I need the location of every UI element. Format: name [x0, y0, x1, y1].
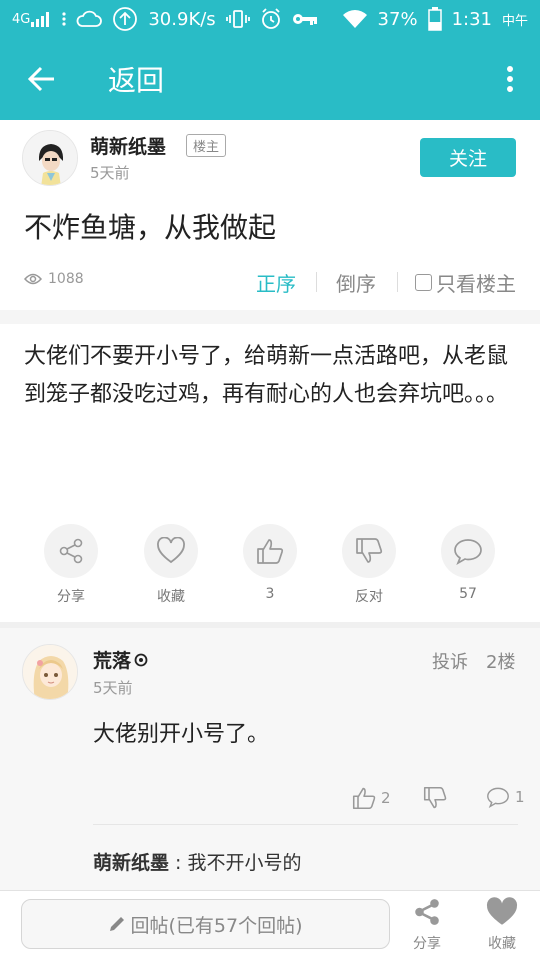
favorite-action[interactable]: 收藏 [121, 524, 221, 606]
comment-count: 57 [459, 586, 477, 602]
dislike-action-circle [342, 524, 396, 578]
comment-action[interactable]: 57 [418, 524, 518, 602]
user-level-icon [134, 653, 148, 666]
view-count: 1088 [24, 271, 84, 287]
op-badge: 楼主 [186, 134, 227, 157]
commenter-name[interactable]: 荒落 [93, 646, 148, 673]
wifi-icon [342, 9, 368, 29]
heart-icon [157, 537, 185, 564]
arrow-left-icon [28, 66, 54, 92]
thumbs-up-icon [352, 787, 376, 810]
thumbs-down-icon [423, 786, 447, 809]
view-count-value: 1088 [48, 271, 84, 287]
bottom-share-button[interactable]: 分享 [397, 897, 457, 953]
divider [316, 272, 317, 292]
checkbox-icon[interactable] [415, 274, 432, 291]
upload-icon [112, 6, 138, 32]
clock-suffix: 中午 [501, 13, 528, 29]
alarm-icon [260, 8, 282, 30]
share-icon [415, 899, 439, 925]
bottom-share-label: 分享 [413, 936, 441, 952]
share-icon [59, 538, 83, 564]
commenter-name-text: 荒落 [93, 650, 132, 672]
sub-reply-text: 我不开小号的 [187, 852, 302, 874]
comment-actions: 2 1 [0, 782, 540, 816]
comment-action-circle [441, 524, 495, 578]
comment-dislike-button[interactable] [423, 786, 447, 810]
reply-input-placeholder: 回帖(已有57个回帖) [130, 914, 303, 937]
comment-time: 5天前 [93, 679, 133, 697]
comment-reply-count: 1 [515, 788, 525, 806]
only-op-label: 只看楼主 [436, 272, 516, 296]
more-vertical-icon [507, 66, 513, 92]
post-body: 大佬们不要开小号了，给萌新一点活路吧，从老鼠到笼子都没吃过鸡，再有耐心的人也会弃… [24, 344, 509, 407]
floor-number: 2楼 [486, 652, 516, 673]
vibrate-icon [225, 9, 250, 29]
comment-icon [454, 539, 482, 565]
battery-percent: 37% [377, 8, 418, 30]
post-time: 5天前 [90, 164, 130, 182]
share-action-circle [44, 524, 98, 578]
app-bar: 返回 [0, 38, 540, 120]
sub-reply-author[interactable]: 萌新纸墨 [93, 852, 169, 874]
like-action[interactable]: 3 [220, 524, 320, 602]
status-bar: 4G 30.9K/s 37% 1:31 中午 [0, 0, 540, 38]
author-avatar[interactable] [22, 130, 78, 186]
share-action[interactable]: 分享 [21, 524, 121, 606]
avatar-anime-girl-icon [23, 645, 77, 699]
divider [397, 272, 398, 292]
more-notifications-icon [62, 11, 66, 27]
bottom-bar: 回帖(已有57个回帖) 分享 收藏 [0, 890, 540, 960]
post-author-row: 萌新纸墨 楼主 5天前 关注 [0, 120, 540, 196]
bottom-favorite-label: 收藏 [488, 936, 516, 952]
like-action-circle [243, 524, 297, 578]
report-button[interactable]: 投诉 [432, 648, 468, 674]
favorite-action-label: 收藏 [157, 589, 185, 605]
sort-descending-tab[interactable]: 倒序 [336, 268, 376, 297]
bottom-favorite-button[interactable]: 收藏 [472, 897, 532, 953]
dislike-action-label: 反对 [355, 589, 383, 605]
like-count: 3 [265, 586, 275, 602]
post-actions: 分享 收藏 3 反对 57 [0, 524, 540, 614]
more-options-button[interactable] [480, 38, 540, 120]
post-title: 不炸鱼塘，从我做起 [24, 211, 277, 244]
reply-input[interactable]: 回帖(已有57个回帖) [21, 899, 390, 949]
favorite-action-circle [144, 524, 198, 578]
clock-time: 1:31 [451, 8, 492, 30]
share-action-label: 分享 [57, 589, 85, 605]
back-button[interactable] [0, 38, 84, 120]
comment-reply-button[interactable]: 1 [486, 786, 525, 808]
thumbs-down-icon [356, 538, 383, 563]
avatar-figure-icon [23, 131, 77, 185]
comment-list: 荒落 5天前 投诉 2楼 大佬别开小号了。 2 1 萌新纸墨 : 我不开小号的 [0, 628, 540, 890]
divider [93, 824, 518, 825]
sub-reply-separator: : [169, 852, 188, 874]
sort-ascending-tab[interactable]: 正序 [256, 268, 296, 297]
pencil-icon [110, 917, 125, 931]
network-type: 4G [12, 11, 31, 27]
comment-text: 大佬别开小号了。 [93, 722, 270, 747]
eye-icon [24, 273, 42, 285]
cloud-icon [76, 10, 103, 28]
page-title[interactable]: 返回 [84, 59, 480, 99]
vpn-key-icon [292, 12, 318, 26]
comment-like-count: 2 [381, 789, 391, 807]
commenter-avatar[interactable] [22, 644, 78, 700]
follow-button[interactable]: 关注 [420, 138, 516, 177]
heart-icon [486, 897, 518, 925]
battery-icon [427, 7, 442, 31]
thumbs-up-icon [257, 539, 284, 564]
network-signal-icon: 4G [12, 11, 52, 27]
author-name[interactable]: 萌新纸墨 [90, 132, 166, 159]
only-op-toggle[interactable]: 只看楼主 [415, 268, 516, 297]
post-meta-row: 1088 正序 倒序 只看楼主 [0, 262, 540, 302]
comment-like-button[interactable]: 2 [352, 786, 391, 810]
section-divider [0, 310, 540, 324]
network-speed: 30.9K/s [148, 8, 216, 30]
dislike-action[interactable]: 反对 [319, 524, 419, 606]
sub-reply[interactable]: 萌新纸墨 : 我不开小号的 [93, 848, 302, 875]
comment-icon [487, 787, 509, 808]
